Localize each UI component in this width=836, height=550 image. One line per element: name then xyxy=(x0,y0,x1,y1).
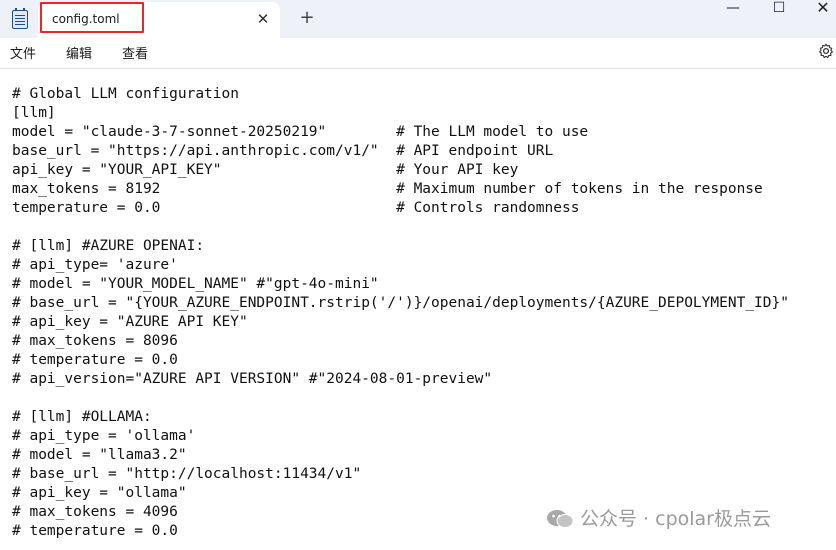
code-line: # Global LLM configuration xyxy=(12,86,239,102)
wechat-icon xyxy=(547,510,574,528)
code-line: base_url = "https://api.anthropic.com/v1… xyxy=(12,143,554,159)
text-editor[interactable]: # Global LLM configuration [llm] model = "… xyxy=(12,85,832,545)
code-line: # [llm] #OLLAMA: xyxy=(12,409,152,425)
code-line: # [llm] #AZURE OPENAI: xyxy=(12,238,205,254)
menu-bar: 文件 编辑 查看 xyxy=(0,38,836,69)
tab-close-icon[interactable]: ✕ xyxy=(253,9,273,29)
code-line: # temperature = 0.0 xyxy=(12,352,178,368)
code-line: # api_key = "AZURE API KEY" xyxy=(12,314,248,330)
code-line: temperature = 0.0 # Controls randomness xyxy=(12,200,580,216)
maximize-button[interactable]: ☐ xyxy=(756,0,802,20)
menu-view[interactable]: 查看 xyxy=(122,43,148,62)
code-line: # model = "llama3.2" xyxy=(12,447,187,463)
code-line: # api_type= 'azure' xyxy=(12,257,178,273)
code-line: max_tokens = 8192 # Maximum number of to… xyxy=(12,181,763,197)
code-line: api_key = "YOUR_API_KEY" # Your API key xyxy=(12,162,519,178)
code-line: # max_tokens = 8096 xyxy=(12,333,178,349)
code-line: # api_key = "ollama" xyxy=(12,485,187,501)
menu-edit[interactable]: 编辑 xyxy=(66,43,92,62)
code-line: # api_type = 'ollama' xyxy=(12,428,196,444)
new-tab-button[interactable]: + xyxy=(296,7,318,29)
close-window-button[interactable]: ✕ xyxy=(800,0,836,20)
watermark-text: 公众号 · cpolar极点云 xyxy=(580,508,771,530)
menu-file[interactable]: 文件 xyxy=(10,43,36,62)
code-line: # model = "YOUR_MODEL_NAME" #"gpt-4o-min… xyxy=(12,276,379,292)
tab-highlight-box xyxy=(40,2,144,33)
code-line: # base_url = "http://localhost:11434/v1" xyxy=(12,466,362,482)
title-bar: config.toml ✕ + — ☐ ✕ xyxy=(0,0,836,38)
code-line: # base_url = "{YOUR_AZURE_ENDPOINT.rstri… xyxy=(12,295,789,311)
notepad-icon xyxy=(12,8,28,29)
minimize-button[interactable]: — xyxy=(710,0,756,20)
code-line: [llm] xyxy=(12,105,56,121)
code-line: # api_version="AZURE API VERSION" #"2024… xyxy=(12,371,493,387)
code-line: model = "claude-3-7-sonnet-20250219" # T… xyxy=(12,124,589,140)
watermark: 公众号 · cpolar极点云 xyxy=(546,504,771,530)
gear-icon[interactable] xyxy=(818,43,834,59)
